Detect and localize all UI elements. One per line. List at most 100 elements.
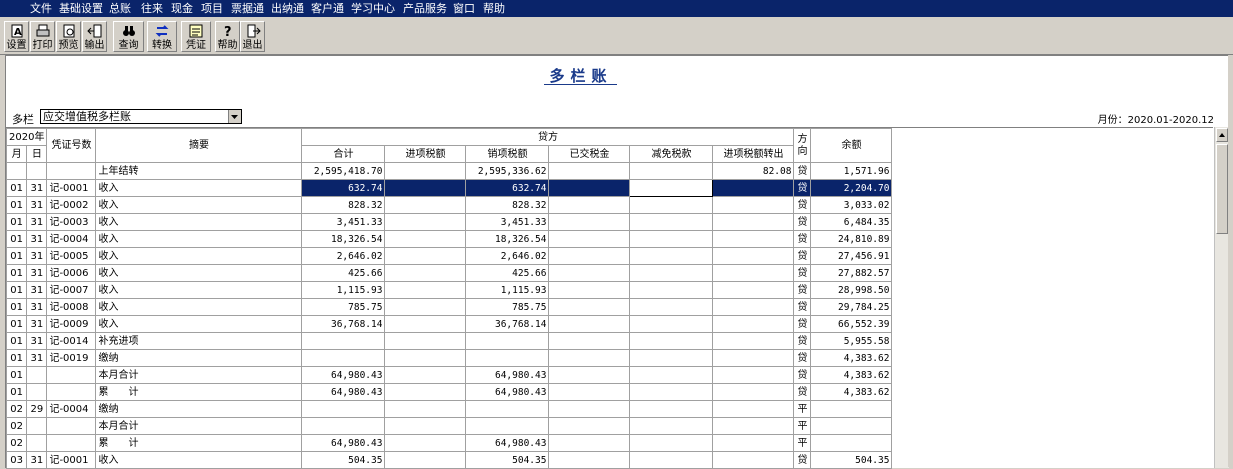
cell-d[interactable]: 31 [26, 315, 48, 333]
table-row[interactable]: 01 31 记-0019 缴纳 贷 4,383.62 [6, 349, 893, 367]
cell-total[interactable] [301, 332, 386, 350]
cell-dir[interactable]: 平 [793, 434, 812, 452]
cell-s[interactable]: 收入 [95, 247, 303, 265]
scroll-up-button[interactable] [1216, 128, 1228, 142]
cell-jm[interactable] [629, 451, 714, 469]
cell-v[interactable]: 记-0007 [46, 281, 97, 299]
menu-item-4[interactable]: 现金 [171, 2, 193, 15]
cell-v[interactable]: 记-0004 [46, 230, 97, 248]
vertical-scrollbar[interactable] [1214, 127, 1229, 468]
cell-xx[interactable]: 64,980.43 [465, 383, 550, 401]
cell-bal[interactable]: 5,955.58 [810, 332, 893, 350]
menu-item-9[interactable]: 学习中心 [351, 2, 395, 15]
cell-jm[interactable] [629, 434, 714, 452]
multi-column-select[interactable]: 应交增值税多栏账 [40, 109, 242, 124]
table-row[interactable]: 03 31 记-0001 收入 504.35 504.35 贷 504.35 [6, 451, 893, 469]
cell-s[interactable]: 缴纳 [95, 349, 303, 367]
cell-s[interactable]: 收入 [95, 315, 303, 333]
cell-zc[interactable] [712, 230, 795, 248]
cell-bal[interactable]: 504.35 [810, 451, 893, 469]
cell-jx[interactable] [384, 179, 467, 197]
cell-v[interactable]: 记-0001 [46, 451, 97, 469]
cell-xx[interactable]: 36,768.14 [465, 315, 550, 333]
cell-d[interactable] [26, 162, 48, 180]
cell-yj[interactable] [548, 179, 631, 197]
cell-jm[interactable] [629, 213, 714, 231]
cell-xx[interactable]: 64,980.43 [465, 434, 550, 452]
cell-yj[interactable] [548, 213, 631, 231]
cell-s[interactable]: 本月合计 [95, 366, 303, 384]
cell-xx[interactable]: 632.74 [465, 179, 550, 197]
cell-xx[interactable] [465, 417, 550, 435]
table-row[interactable]: 01 31 记-0008 收入 785.75 785.75 贷 29,784.25 [6, 298, 893, 316]
cell-jx[interactable] [384, 451, 467, 469]
cell-total[interactable]: 64,980.43 [301, 366, 386, 384]
cell-v[interactable] [46, 417, 97, 435]
cell-m[interactable]: 01 [6, 179, 28, 197]
cell-yj[interactable] [548, 349, 631, 367]
cell-xx[interactable] [465, 332, 550, 350]
table-row[interactable]: 02 29 记-0004 缴纳 平 [6, 400, 893, 418]
cell-total[interactable]: 504.35 [301, 451, 386, 469]
cell-xx[interactable]: 2,595,336.62 [465, 162, 550, 180]
cell-total[interactable]: 2,595,418.70 [301, 162, 386, 180]
cell-zc[interactable] [712, 451, 795, 469]
table-row[interactable]: 01 31 记-0002 收入 828.32 828.32 贷 3,033.02 [6, 196, 893, 214]
cell-v[interactable]: 记-0009 [46, 315, 97, 333]
dropdown-button[interactable] [228, 110, 241, 123]
menu-item-8[interactable]: 客户通 [311, 2, 344, 15]
cell-bal[interactable]: 27,456.91 [810, 247, 893, 265]
cell-s[interactable]: 收入 [95, 213, 303, 231]
toolbar-convert-button[interactable]: 转换 [147, 21, 177, 52]
cell-yj[interactable] [548, 230, 631, 248]
cell-m[interactable]: 01 [6, 213, 28, 231]
cell-s[interactable]: 上年结转 [95, 162, 303, 180]
cell-total[interactable]: 632.74 [301, 179, 386, 197]
cell-bal[interactable]: 4,383.62 [810, 366, 893, 384]
cell-jm[interactable] [629, 349, 714, 367]
cell-zc[interactable] [712, 179, 795, 197]
menu-item-2[interactable]: 总账 [109, 2, 131, 15]
cell-zc[interactable] [712, 400, 795, 418]
cell-yj[interactable] [548, 366, 631, 384]
cell-bal[interactable]: 4,383.62 [810, 349, 893, 367]
cell-total[interactable]: 64,980.43 [301, 383, 386, 401]
table-row[interactable]: 02 累 计 64,980.43 64,980.43 平 [6, 434, 893, 452]
toolbar-export-button[interactable]: 输出 [82, 21, 107, 52]
cell-m[interactable]: 01 [6, 196, 28, 214]
cell-d[interactable] [26, 417, 48, 435]
table-row[interactable]: 01 本月合计 64,980.43 64,980.43 贷 4,383.62 [6, 366, 893, 384]
table-row[interactable]: 01 31 记-0005 收入 2,646.02 2,646.02 贷 27,456.91 [6, 247, 893, 265]
cell-jx[interactable] [384, 298, 467, 316]
cell-v[interactable]: 记-0006 [46, 264, 97, 282]
cell-xx[interactable]: 18,326.54 [465, 230, 550, 248]
cell-total[interactable]: 36,768.14 [301, 315, 386, 333]
cell-bal[interactable] [810, 434, 893, 452]
cell-jx[interactable] [384, 332, 467, 350]
cell-dir[interactable]: 贷 [793, 230, 812, 248]
cell-m[interactable]: 01 [6, 349, 28, 367]
toolbar-settings-button[interactable]: A 设置 [4, 21, 29, 52]
cell-zc[interactable] [712, 247, 795, 265]
cell-total[interactable]: 18,326.54 [301, 230, 386, 248]
cell-yj[interactable] [548, 196, 631, 214]
cell-jx[interactable] [384, 264, 467, 282]
toolbar-help-button[interactable]: ? 帮助 [215, 21, 240, 52]
cell-yj[interactable] [548, 400, 631, 418]
cell-yj[interactable] [548, 281, 631, 299]
cell-d[interactable]: 31 [26, 332, 48, 350]
table-row[interactable]: 01 31 记-0009 收入 36,768.14 36,768.14 贷 66,552.39 [6, 315, 893, 333]
cell-v[interactable] [46, 366, 97, 384]
table-row[interactable]: 01 累 计 64,980.43 64,980.43 贷 4,383.62 [6, 383, 893, 401]
cell-yj[interactable] [548, 383, 631, 401]
cell-zc[interactable] [712, 383, 795, 401]
cell-xx[interactable]: 785.75 [465, 298, 550, 316]
cell-m[interactable]: 01 [6, 383, 28, 401]
cell-zc[interactable] [712, 264, 795, 282]
cell-jm[interactable] [629, 230, 714, 248]
cell-dir[interactable]: 贷 [793, 366, 812, 384]
cell-xx[interactable] [465, 349, 550, 367]
toolbar-print-button[interactable]: 打印 [30, 21, 55, 52]
cell-dir[interactable]: 贷 [793, 451, 812, 469]
cell-total[interactable] [301, 400, 386, 418]
